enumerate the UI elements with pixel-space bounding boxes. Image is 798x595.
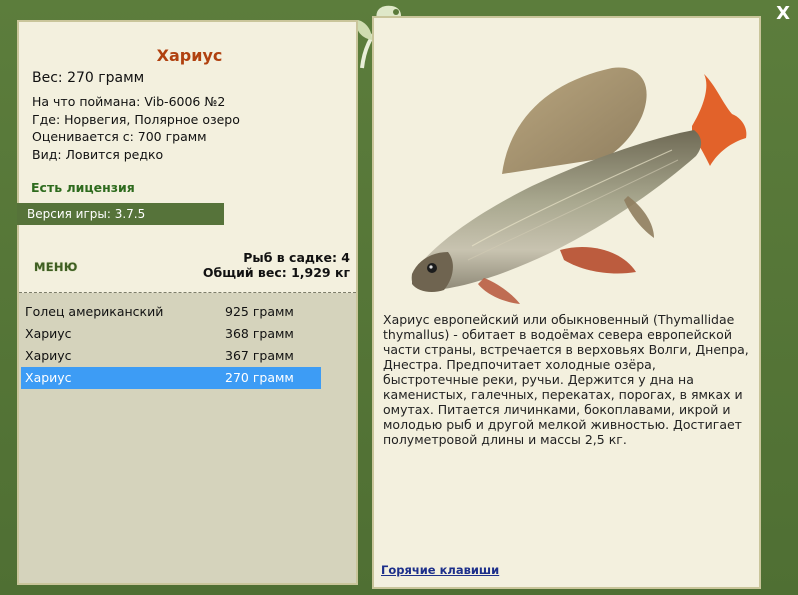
- close-button[interactable]: X: [776, 3, 790, 24]
- catch-weight: 925 грамм: [225, 304, 294, 319]
- catch-row[interactable]: Хариус 368 грамм: [21, 323, 321, 345]
- fish-count: Рыб в садке: 4: [243, 250, 350, 265]
- catch-row[interactable]: Хариус 367 грамм: [21, 345, 321, 367]
- fish-rarity: Вид: Ловится редко: [32, 146, 164, 162]
- hotkeys-link[interactable]: Горячие клавиши: [381, 563, 499, 577]
- fish-lure: На что поймана: Vib-6006 №2: [32, 94, 226, 109]
- game-version: Версия игры: 3.7.5: [17, 203, 224, 225]
- catch-row[interactable]: Голец американский 925 грамм: [21, 301, 321, 323]
- catch-weight: 270 грамм: [225, 370, 294, 385]
- fish-weight: Вес: 270 грамм: [32, 70, 145, 86]
- catch-name: Голец американский: [25, 304, 164, 319]
- total-weight: Общий вес: 1,929 кг: [202, 265, 350, 280]
- catch-list: Голец американский 925 грамм Хариус 368 …: [19, 293, 356, 583]
- keepnet-stats: Рыб в садке: 4 Общий вес: 1,929 кг: [203, 250, 350, 280]
- grayling-fish-image: [411, 67, 747, 304]
- fish-description: Хариус европейский или обыкновенный (Thy…: [383, 312, 749, 447]
- catch-name: Хариус: [25, 348, 72, 363]
- fish-description-panel: Хариус европейский или обыкновенный (Thy…: [372, 16, 761, 589]
- catch-name: Хариус: [25, 370, 72, 385]
- catch-weight: 367 грамм: [225, 348, 294, 363]
- menu-button[interactable]: МЕНЮ: [34, 260, 78, 274]
- fish-location: Где: Норвегия, Полярное озеро: [32, 111, 240, 127]
- catch-name: Хариус: [25, 326, 72, 341]
- fish-value: Оценивается с: 700 грамм: [32, 129, 207, 144]
- game-window: X Хариус Вес: 270 грамм На что поймана: …: [0, 0, 798, 595]
- fish-title: Хариус: [156, 46, 223, 65]
- catch-info-panel: Хариус Вес: 270 грамм На что поймана: Vi…: [17, 20, 358, 585]
- catch-row-selected[interactable]: Хариус 270 грамм: [21, 367, 321, 389]
- catch-weight: 368 грамм: [225, 326, 294, 341]
- license-status: Есть лицензия: [31, 180, 135, 195]
- fish-details: На что поймана: Vib-6006 №2 Где: Норвеги…: [32, 93, 240, 163]
